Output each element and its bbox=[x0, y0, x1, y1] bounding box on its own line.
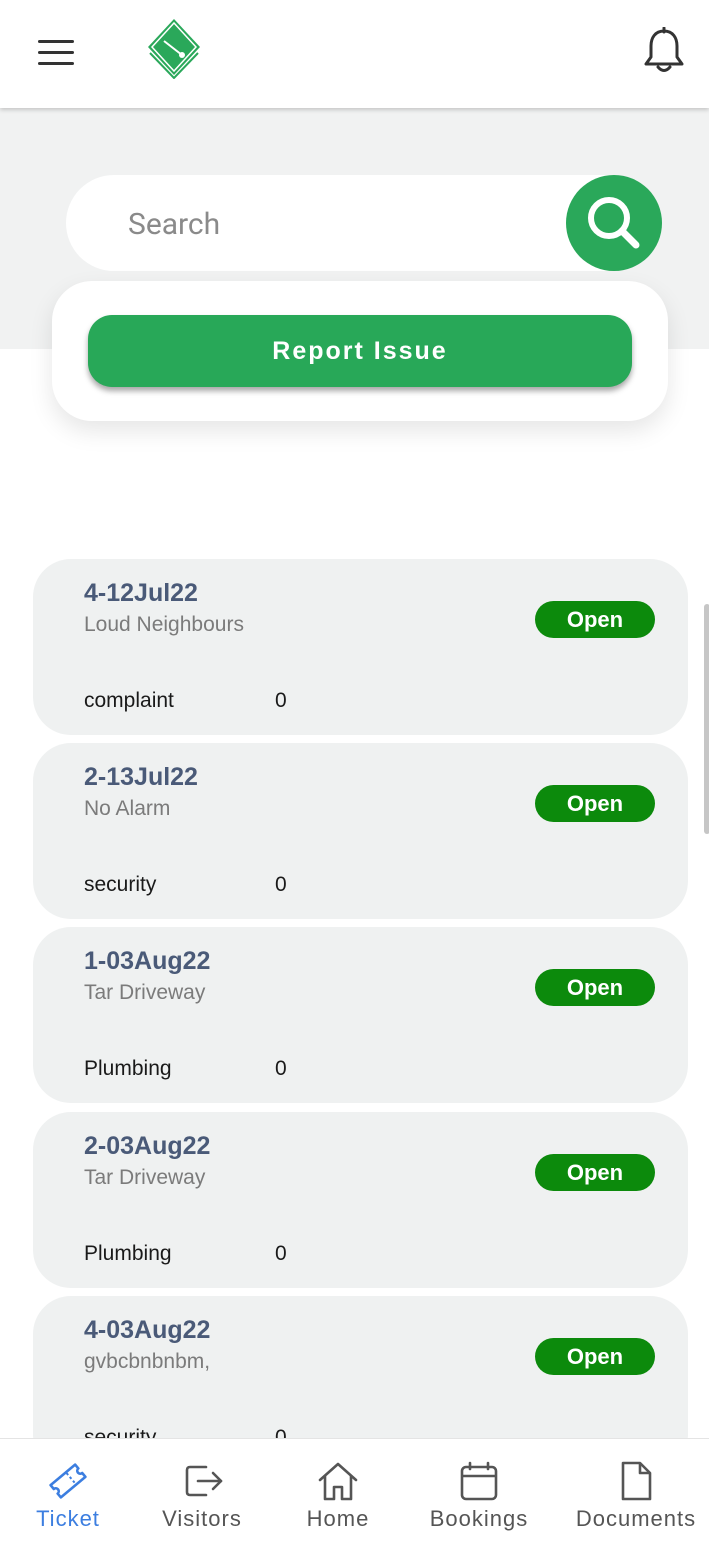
status-badge: Open bbox=[535, 1338, 655, 1375]
ticket-count: 0 bbox=[275, 1057, 287, 1080]
nav-ticket[interactable]: Ticket bbox=[20, 1439, 116, 1545]
ticket-id: 2-13Jul22 bbox=[84, 763, 198, 791]
ticket-title: No Alarm bbox=[84, 797, 171, 820]
nav-documents[interactable]: Documents bbox=[572, 1439, 700, 1545]
document-icon bbox=[621, 1461, 652, 1501]
ticket-category: security bbox=[84, 1426, 157, 1438]
nav-visitors[interactable]: Visitors bbox=[152, 1439, 252, 1545]
ticket-card[interactable]: 1-03Aug22 Tar Driveway Open Plumbing 0 bbox=[33, 927, 688, 1103]
ticket-count: 0 bbox=[275, 1426, 287, 1438]
ticket-card[interactable]: 4-12Jul22 Loud Neighbours Open complaint… bbox=[33, 559, 688, 735]
report-issue-button[interactable]: Report Issue bbox=[88, 315, 632, 387]
nav-visitors-label: Visitors bbox=[162, 1506, 242, 1531]
bottom-navigation: Ticket Visitors Home Bookings Documents bbox=[0, 1438, 709, 1545]
exit-icon bbox=[185, 1465, 223, 1497]
app-header bbox=[0, 0, 709, 108]
ticket-count: 0 bbox=[275, 1242, 287, 1265]
ticket-id: 2-03Aug22 bbox=[84, 1132, 211, 1160]
home-icon bbox=[318, 1462, 358, 1501]
nav-bookings-label: Bookings bbox=[429, 1506, 529, 1531]
status-badge: Open bbox=[535, 601, 655, 638]
ticket-card[interactable]: 2-13Jul22 No Alarm Open security 0 bbox=[33, 743, 688, 919]
ticket-card[interactable]: 4-03Aug22 gvbcbnbnbm, Open security 0 bbox=[33, 1296, 688, 1438]
ticket-title: Tar Driveway bbox=[84, 981, 206, 1004]
ticket-category: security bbox=[84, 873, 157, 896]
app-logo bbox=[148, 19, 200, 79]
ticket-id: 4-12Jul22 bbox=[84, 579, 198, 607]
hamburger-menu-icon[interactable] bbox=[38, 40, 74, 66]
nav-documents-label: Documents bbox=[575, 1506, 697, 1531]
ticket-id: 4-03Aug22 bbox=[84, 1316, 211, 1344]
nav-home-label: Home bbox=[306, 1506, 370, 1531]
ticket-count: 0 bbox=[275, 689, 287, 712]
ticket-title: Tar Driveway bbox=[84, 1166, 206, 1189]
search-input[interactable] bbox=[126, 203, 550, 245]
ticket-title: Loud Neighbours bbox=[84, 613, 244, 636]
status-badge: Open bbox=[535, 1154, 655, 1191]
ticket-category: complaint bbox=[84, 689, 174, 712]
search-button[interactable] bbox=[566, 175, 662, 271]
calendar-icon bbox=[460, 1461, 498, 1501]
ticket-icon bbox=[49, 1463, 87, 1499]
status-badge: Open bbox=[535, 785, 655, 822]
ticket-id: 1-03Aug22 bbox=[84, 947, 211, 975]
report-card: Report Issue bbox=[52, 281, 668, 421]
search-icon bbox=[588, 197, 640, 249]
ticket-category: Plumbing bbox=[84, 1242, 172, 1265]
nav-home[interactable]: Home bbox=[292, 1439, 384, 1545]
ticket-card[interactable]: 2-03Aug22 Tar Driveway Open Plumbing 0 bbox=[33, 1112, 688, 1288]
ticket-title: gvbcbnbnbm, bbox=[84, 1350, 211, 1373]
nav-ticket-label: Ticket bbox=[36, 1506, 100, 1531]
ticket-category: Plumbing bbox=[84, 1057, 172, 1080]
status-badge: Open bbox=[535, 969, 655, 1006]
scrollbar-thumb[interactable] bbox=[704, 604, 709, 834]
ticket-list[interactable]: 4-12Jul22 Loud Neighbours Open complaint… bbox=[0, 540, 709, 1438]
nav-bookings[interactable]: Bookings bbox=[424, 1439, 534, 1545]
bell-icon[interactable] bbox=[642, 27, 686, 75]
ticket-count: 0 bbox=[275, 873, 287, 896]
